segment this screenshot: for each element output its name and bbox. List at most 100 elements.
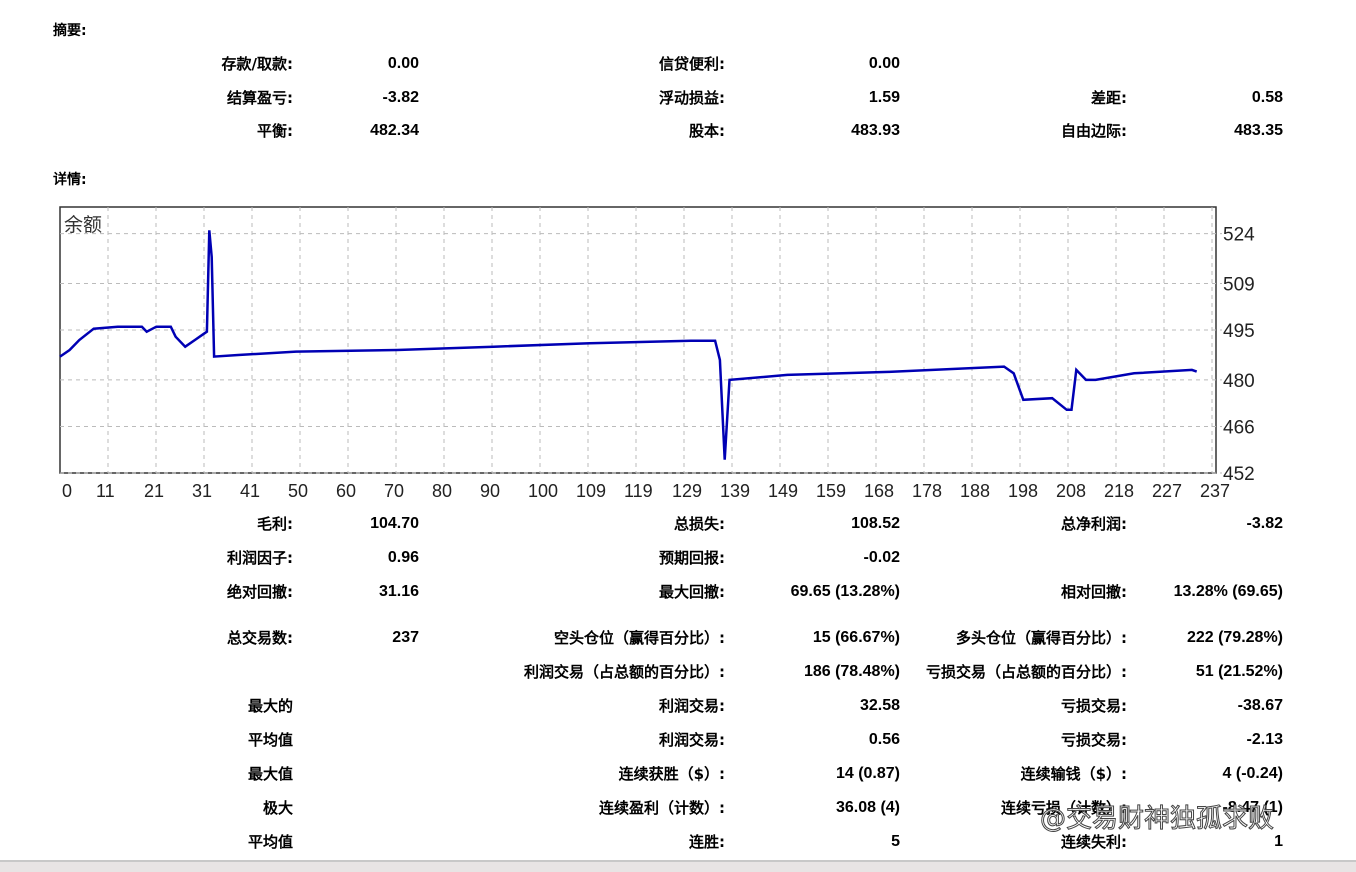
x-tick-label: 139 (720, 481, 750, 501)
stat-row: 平均值 连胜: 5 连续失利: 1 (0, 832, 1356, 852)
stat-row: 利润因子: 0.96 预期回报: -0.02 (0, 548, 1356, 568)
stat-value: 1.59 (868, 89, 900, 106)
stat-value: 32.58 (859, 697, 900, 714)
stat-label: 连续盈利（计数）: (599, 799, 725, 817)
stat-value: 237 (392, 629, 419, 646)
watermark: @交易财神独孤求败 (1039, 804, 1275, 835)
stat-row: 毛利: 104.70 总损失: 108.52 总净利润: -3.82 (0, 514, 1356, 534)
x-tick-label: 159 (816, 481, 846, 501)
stat-value: 0.56 (868, 731, 900, 748)
stat-value: 36.08 (4) (835, 799, 900, 816)
stat-value: 483.35 (1234, 122, 1283, 139)
stat-value: 0.00 (387, 55, 419, 72)
stat-label: 利润交易: (659, 731, 725, 749)
stat-label: 连续获胜（$）: (618, 765, 725, 783)
stat-row: 最大的 利润交易: 32.58 亏损交易: -38.67 (0, 696, 1356, 716)
stat-value: 31.16 (378, 583, 419, 600)
stat-value: -38.67 (1237, 697, 1283, 714)
x-tick-label: 129 (672, 481, 702, 501)
chart-title: 余额 (64, 214, 102, 236)
x-tick-label: 218 (1104, 481, 1134, 501)
bottom-scrollbar[interactable] (0, 860, 1356, 872)
stat-label: 利润交易: (659, 697, 725, 715)
stat-value: 14 (0.87) (835, 765, 900, 782)
stat-label: 利润交易（占总额的百分比）: (524, 663, 725, 681)
stat-label: 亏损交易（占总额的百分比）: (926, 663, 1127, 681)
x-tick-label: 188 (960, 481, 990, 501)
stat-value: 108.52 (851, 515, 900, 532)
stat-value: 0.96 (387, 549, 419, 566)
stat-label: 结算盈亏: (227, 89, 293, 107)
stat-value: 51 (21.52%) (1195, 663, 1283, 680)
stat-value: 104.70 (370, 515, 419, 532)
x-tick-label: 119 (624, 481, 653, 501)
x-tick-label: 198 (1008, 481, 1038, 501)
x-tick-label: 21 (144, 481, 164, 501)
stat-row: 存款/取款: 0.00 信贷便利: 0.00 (0, 54, 1356, 74)
stat-row: 利润交易（占总额的百分比）: 186 (78.48%) 亏损交易（占总额的百分比）:… (0, 662, 1356, 682)
y-tick-label: 466 (1223, 417, 1255, 438)
stat-value: 1 (1274, 833, 1283, 850)
x-tick-label: 50 (288, 481, 308, 501)
x-tick-label: 11 (96, 481, 115, 501)
stat-label: 平衡: (257, 122, 293, 140)
stat-label: 浮动损益: (659, 89, 725, 107)
stat-value: 482.34 (370, 122, 419, 139)
stat-label: 极大 (262, 799, 293, 817)
x-tick-label: 227 (1152, 481, 1182, 501)
stat-row: 最大值 连续获胜（$）: 14 (0.87) 连续输钱（$）: 4 (-0.24) (0, 764, 1356, 784)
stat-value: 5 (891, 833, 900, 850)
y-tick-label: 509 (1223, 274, 1255, 295)
stat-label: 总净利润: (1061, 515, 1127, 533)
stat-label: 利润因子: (227, 549, 293, 567)
stat-value: 4 (-0.24) (1222, 765, 1283, 782)
stat-label: 最大回撤: (659, 583, 725, 601)
stat-label: 毛利: (257, 515, 293, 533)
x-tick-label: 80 (432, 481, 452, 501)
stat-label: 总交易数: (227, 629, 293, 647)
stat-row: 平均值 利润交易: 0.56 亏损交易: -2.13 (0, 730, 1356, 750)
stat-label: 最大的 (247, 697, 293, 715)
stat-row: 总交易数: 237 空头仓位（赢得百分比）: 15 (66.67%) 多头仓位（赢得百分… (0, 628, 1356, 648)
stat-label: 最大值 (247, 765, 293, 783)
x-tick-label: 149 (768, 481, 798, 501)
stat-value: 15 (66.67%) (812, 629, 900, 646)
stat-label: 相对回撤: (1061, 583, 1127, 601)
stat-row: 平衡: 482.34 股本: 483.93 自由边际: 483.35 (0, 121, 1356, 141)
stat-label: 信贷便利: (659, 55, 725, 73)
stat-label: 绝对回撤: (227, 583, 293, 601)
x-tick-label: 90 (480, 481, 500, 501)
stat-label: 预期回报: (659, 549, 725, 567)
stat-label: 股本: (689, 122, 725, 140)
plot-area (59, 206, 1217, 474)
stat-value: -2.13 (1246, 731, 1283, 748)
stat-label: 平均值 (247, 833, 293, 851)
x-tick-label: 208 (1056, 481, 1086, 501)
y-tick-label: 480 (1223, 371, 1255, 392)
x-tick-label: 100 (528, 481, 558, 501)
stat-value: -0.02 (863, 549, 900, 566)
x-tick-label: 41 (240, 481, 260, 501)
y-tick-label: 495 (1223, 321, 1255, 342)
stat-value: -3.82 (382, 89, 419, 106)
x-tick-label: 60 (336, 481, 356, 501)
stat-label: 连续输钱（$）: (1020, 765, 1127, 783)
stat-value: 0.58 (1251, 89, 1283, 106)
stat-row: 结算盈亏: -3.82 浮动损益: 1.59 差距: 0.58 (0, 88, 1356, 108)
stat-label: 多头仓位（赢得百分比）: (956, 629, 1127, 647)
summary-title: 摘要: (53, 23, 87, 39)
y-tick-label: 524 (1223, 225, 1255, 246)
y-tick-label: 452 (1223, 464, 1255, 485)
x-tick-label: 168 (864, 481, 894, 501)
stat-value: 483.93 (851, 122, 900, 139)
stat-value: 13.28% (69.65) (1173, 583, 1283, 600)
stat-label: 平均值 (247, 731, 293, 749)
x-tick-label: 178 (912, 481, 942, 501)
balance-chart: 0 11 21 31 41 50 60 70 80 90 100 109 119 129 139 149 159… (59, 206, 1255, 501)
details-title: 详情: (53, 172, 87, 188)
stat-label: 亏损交易: (1061, 697, 1127, 715)
stat-label: 自由边际: (1061, 122, 1127, 140)
stat-label: 连续失利: (1061, 833, 1127, 851)
stat-label: 总损失: (674, 515, 725, 533)
x-tick-label: 0 (62, 481, 72, 501)
